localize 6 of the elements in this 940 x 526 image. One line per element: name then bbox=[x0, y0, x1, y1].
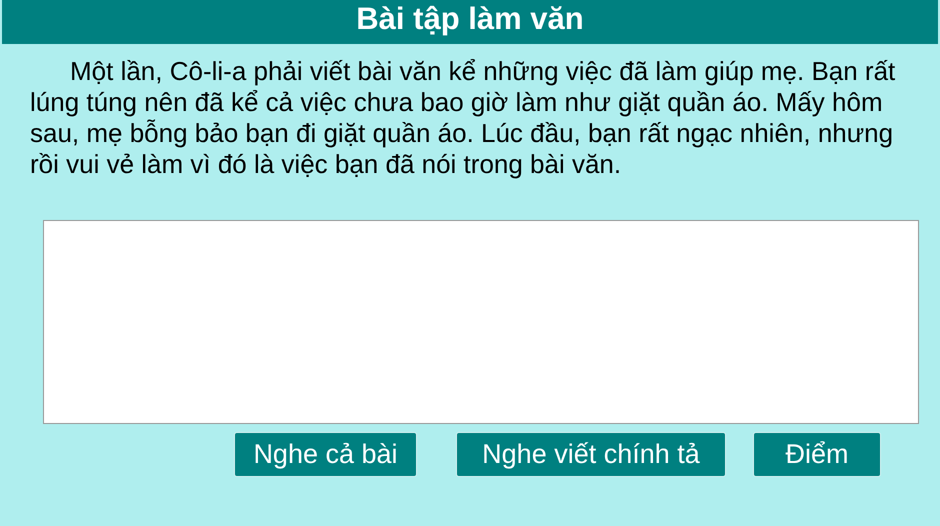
action-button[interactable]: Nghe viết chính tả bbox=[456, 432, 726, 477]
action-button[interactable]: Nghe cả bài bbox=[234, 432, 417, 477]
page-title: Bài tập làm văn bbox=[2, 0, 938, 44]
passage-text: Một lần, Cô-li-a phải viết bài văn kể những việc đã làm giúp mẹ. Bạn rất lúng túng nên đã kể cả việc chưa bao giờ làm như giặt quần áo. Mấy hôm sau, mẹ bỗng bảo bạn đi giặt quần áo. Lúc đầu, bạn rất ngạc nhiên, nhưng rồi vui vẻ làm vì đó là việc bạn đã nói trong bài văn. bbox=[30, 56, 896, 180]
answer-box[interactable] bbox=[43, 220, 919, 424]
action-button[interactable]: Điểm bbox=[753, 432, 881, 477]
